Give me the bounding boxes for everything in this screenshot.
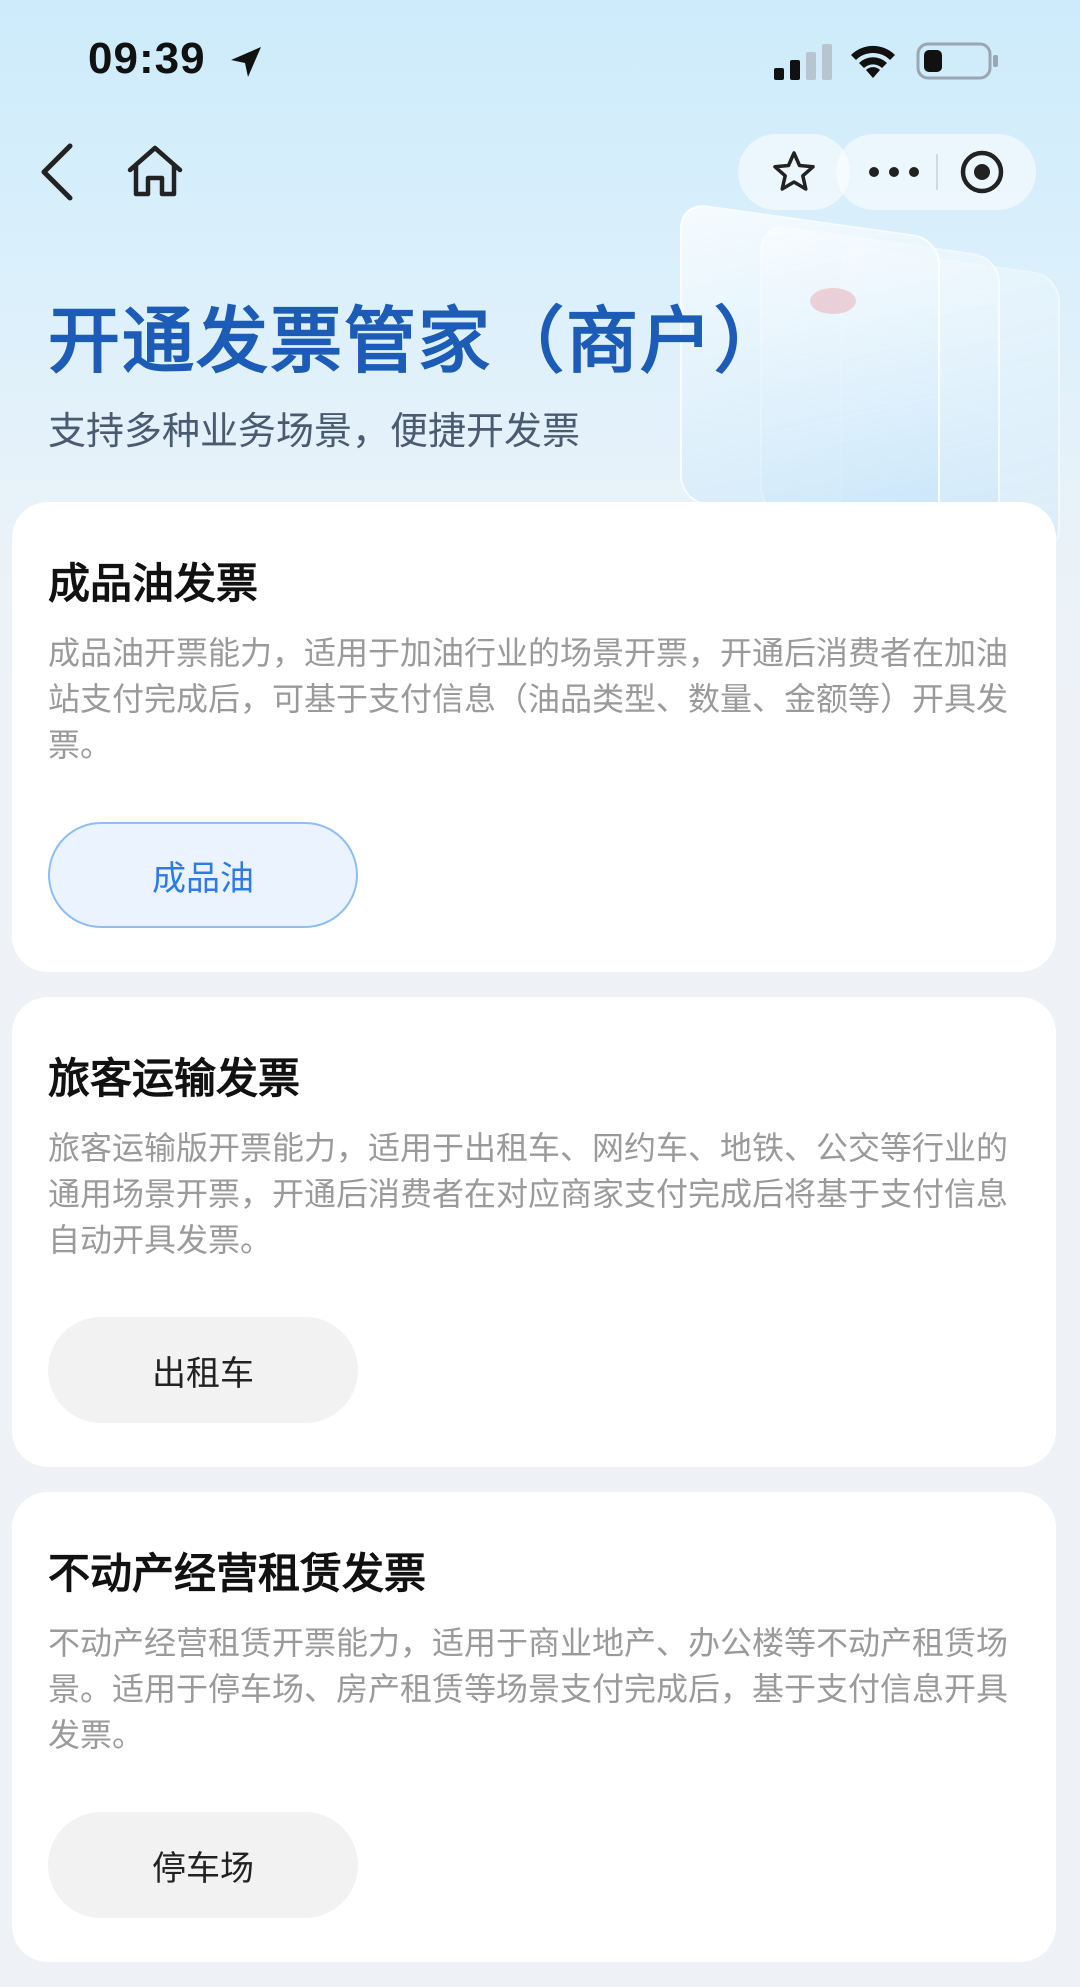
chip-taxi[interactable]: 出租车 — [48, 1317, 358, 1423]
status-bar: 09:39 — [0, 0, 1080, 120]
battery-icon — [916, 42, 998, 80]
invoice-card-refined-oil: 成品油发票 成品油开票能力，适用于加油行业的场景开票，开通后消费者在加油站支付完… — [12, 502, 1056, 972]
status-time: 09:39 — [88, 34, 206, 83]
card-title: 旅客运输发票 — [48, 1054, 301, 1103]
miniprogram-capsule — [836, 134, 1036, 210]
more-dots-icon[interactable] — [864, 152, 924, 192]
chevron-left-icon[interactable] — [36, 140, 80, 204]
card-title: 不动产经营租赁发票 — [48, 1549, 427, 1598]
card-description: 不动产经营租赁开票能力，适用于商业地产、办公楼等不动产租赁场景。适用于停车场、房… — [48, 1624, 1009, 1754]
location-arrow-icon — [231, 47, 261, 77]
chip-parking-lot[interactable]: 停车场 — [48, 1812, 358, 1918]
wifi-icon — [851, 45, 895, 78]
invoice-card-passenger-transport: 旅客运输发票 旅客运输版开票能力，适用于出租车、网约车、地铁、公交等行业的通用场… — [12, 997, 1056, 1467]
chip-refined-oil[interactable]: 成品油 — [48, 822, 358, 928]
card-description: 旅客运输版开票能力，适用于出租车、网约车、地铁、公交等行业的通用场景开票，开通后… — [48, 1129, 1009, 1259]
star-icon — [773, 151, 815, 191]
card-title: 成品油发票 — [48, 559, 259, 608]
page-subtitle: 支持多种业务场景，便捷开发票 — [48, 409, 581, 453]
cellular-signal-icon — [774, 44, 832, 80]
home-icon[interactable] — [124, 144, 186, 200]
invoice-card-real-estate-leasing: 不动产经营租赁发票 不动产经营租赁开票能力，适用于商业地产、办公楼等不动产租赁场… — [12, 1492, 1056, 1962]
capsule-divider — [936, 154, 938, 190]
card-description: 成品油开票能力，适用于加油行业的场景开票，开通后消费者在加油站支付完成后，可基于… — [48, 634, 1009, 764]
page-title: 开通发票管家（商户） — [48, 299, 789, 383]
page: 09:39 开通发票管家（商户） 支持多种业务场景，便捷开发票 成品油发票 成品… — [0, 0, 1080, 1987]
favorite-button[interactable] — [738, 134, 850, 210]
target-icon[interactable] — [958, 148, 1006, 196]
